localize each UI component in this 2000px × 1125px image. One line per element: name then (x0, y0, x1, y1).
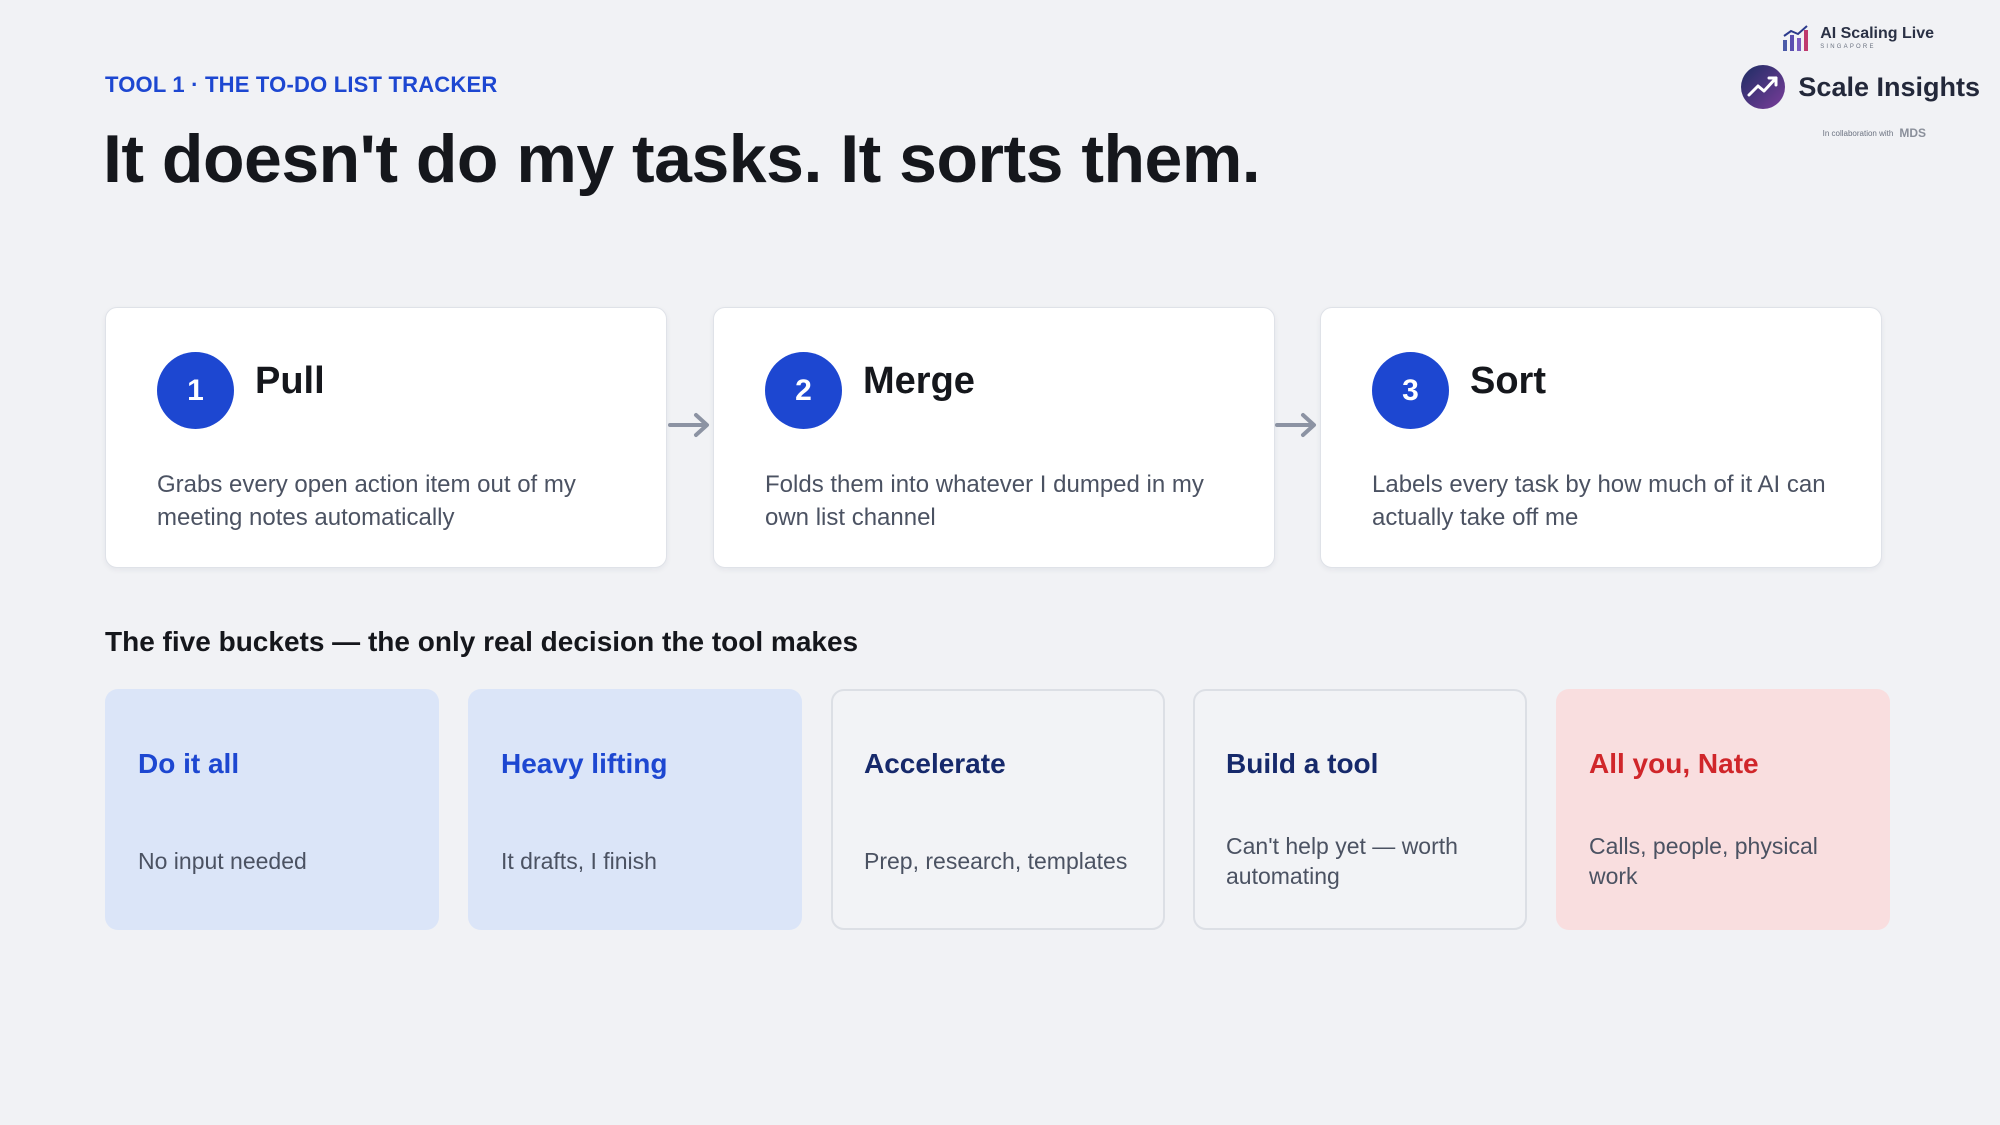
step-description: Grabs every open action item out of my m… (157, 471, 576, 531)
collaboration-note: In collaboration with MDS (1823, 126, 1926, 140)
step-card-merge: 2 Merge Folds them into whatever I dumpe… (713, 307, 1275, 568)
bucket-card-do-it-all: Do it all No input needed (105, 689, 439, 930)
arrow-right-icon (1275, 413, 1316, 437)
bucket-description: It drafts, I finish (501, 848, 657, 874)
steps-row: 1 Pull Grabs every open action item out … (105, 307, 1883, 570)
step-title: Sort (1470, 360, 1546, 402)
bucket-title: Accelerate (864, 748, 1006, 779)
bar-chart-icon (1783, 25, 1809, 51)
step-description: Labels every task by how much of it AI c… (1372, 471, 1826, 531)
event-logo-subtitle: SINGAPORE (1820, 44, 1876, 50)
step-description: Folds them into whatever I dumped in my … (765, 471, 1204, 531)
brand-logo-title: Scale Insights (1798, 71, 1980, 102)
bucket-description: Can't help yet — worth automating (1226, 833, 1458, 889)
buckets-heading: The five buckets — the only real decisio… (105, 626, 859, 657)
bucket-card-heavy-lifting: Heavy lifting It drafts, I finish (468, 689, 802, 930)
event-logo: AI Scaling Live SINGAPORE (1782, 24, 1934, 52)
trend-up-icon (1741, 65, 1786, 109)
section-eyebrow: TOOL 1 · THE TO-DO LIST TRACKER (105, 72, 498, 97)
collaboration-label: In collaboration with (1822, 128, 1894, 138)
arrow-right-icon (668, 413, 709, 437)
step-card-pull: 1 Pull Grabs every open action item out … (105, 307, 667, 568)
collaboration-brand: MDS (1899, 126, 1926, 140)
step-title: Merge (863, 360, 975, 402)
brand-logo: Scale Insights (1740, 64, 1980, 110)
bucket-description: Calls, people, physical work (1589, 833, 1818, 889)
bucket-title: Heavy lifting (501, 748, 668, 779)
bucket-card-build-a-tool: Build a tool Can't help yet — worth auto… (1193, 689, 1527, 930)
bucket-title: All you, Nate (1589, 748, 1759, 779)
bucket-title: Do it all (138, 748, 240, 779)
step-number-badge: 2 (765, 352, 842, 429)
bucket-description: Prep, research, templates (864, 848, 1128, 874)
event-logo-title: AI Scaling Live (1820, 25, 1934, 42)
step-number-badge: 1 (157, 352, 234, 429)
bucket-card-accelerate: Accelerate Prep, research, templates (831, 689, 1165, 930)
step-title: Pull (255, 360, 325, 402)
page-title: It doesn't do my tasks. It sorts them. (103, 121, 1261, 197)
bucket-title: Build a tool (1226, 748, 1379, 779)
bucket-description: No input needed (138, 848, 307, 874)
step-number-badge: 3 (1372, 352, 1449, 429)
step-card-sort: 3 Sort Labels every task by how much of … (1320, 307, 1882, 568)
bucket-card-all-you-nate: All you, Nate Calls, people, physical wo… (1556, 689, 1890, 930)
